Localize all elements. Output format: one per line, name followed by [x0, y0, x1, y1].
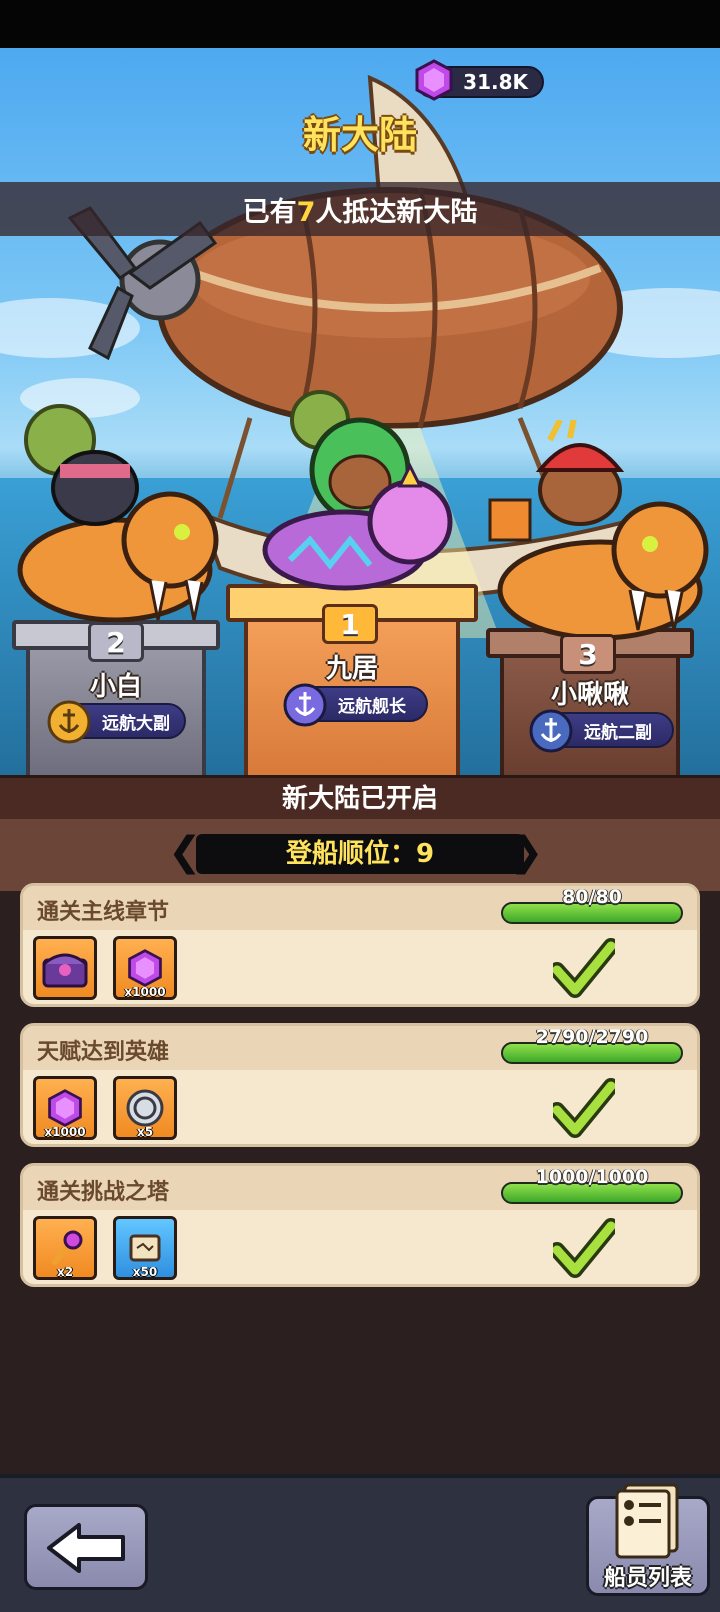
player-name-second: 小白	[89, 672, 142, 702]
anchor-purple-icon	[283, 683, 327, 727]
reward-quantity: x50	[132, 1265, 158, 1279]
boarding-order: 登船顺位：9	[196, 834, 524, 874]
treasure-map-icon	[129, 1234, 161, 1262]
task-card: 通关挑战之塔 1000/1000 x2 x50	[20, 1163, 700, 1287]
back-button[interactable]	[24, 1504, 148, 1590]
rank-badge-third: 3	[560, 634, 616, 674]
player-name-third: 小啾啾	[550, 680, 629, 710]
reward-slot[interactable]: x1000	[113, 936, 177, 1000]
title-tag-second: 远航大副	[47, 700, 186, 744]
character-third	[488, 420, 709, 640]
anchor-blue-icon	[529, 709, 573, 753]
gem-count: 31.8K	[463, 70, 528, 94]
crew-list-icon	[615, 1483, 679, 1559]
task-progress-text: 80/80	[562, 886, 622, 908]
magic-key-icon	[52, 1230, 83, 1265]
arrival-text: 已有7人抵达新大陆	[242, 197, 478, 228]
purple-chest-icon	[42, 953, 88, 988]
reward-slot[interactable]: x50	[113, 1216, 177, 1280]
page-title: 新大陆	[302, 113, 417, 157]
reward-slot[interactable]: x5	[113, 1076, 177, 1140]
check-icon	[553, 1218, 615, 1278]
check-icon	[553, 1078, 615, 1138]
reward-quantity: x2	[56, 1265, 74, 1279]
reward-quantity: x5	[136, 1125, 154, 1139]
purple-gem-icon	[48, 1089, 82, 1127]
reward-slot[interactable]: x1000	[33, 1076, 97, 1140]
rank-badge-first: 1	[322, 604, 378, 644]
anchor-gold-icon	[47, 700, 91, 744]
reward-slot[interactable]: x2	[33, 1216, 97, 1280]
title-tag-third: 远航二副	[529, 709, 674, 753]
reward-slot[interactable]	[33, 936, 97, 1000]
check-icon	[553, 938, 615, 998]
character-second	[17, 404, 219, 623]
reward-quantity: x1000	[44, 1125, 86, 1139]
purple-gem-icon	[128, 949, 162, 987]
gem-icon	[415, 59, 453, 101]
reward-quantity: x1000	[124, 985, 166, 999]
crew-list-label: 船员列表	[603, 1566, 692, 1591]
status-bar	[0, 0, 720, 48]
character-first	[262, 390, 453, 591]
task-name: 天赋达到英雄	[37, 1040, 170, 1065]
silver-coin-icon	[126, 1089, 164, 1127]
task-card: 通关主线章节 80/80 x1000	[20, 883, 700, 1007]
player-name-first: 九居	[325, 654, 378, 684]
arrival-count: 7	[296, 197, 316, 228]
task-name: 通关主线章节	[37, 900, 170, 925]
task-progress-text: 2790/2790	[535, 1026, 649, 1048]
back-arrow-icon	[47, 1523, 125, 1573]
task-card: 天赋达到英雄 2790/2790 x1000 x5	[20, 1023, 700, 1147]
continent-opened-label: 新大陆已开启	[0, 775, 720, 819]
task-name: 通关挑战之塔	[37, 1180, 170, 1205]
task-progress-text: 1000/1000	[535, 1166, 649, 1188]
rank-badge-second: 2	[88, 622, 144, 662]
title-tag-first: 远航舰长	[283, 683, 428, 727]
